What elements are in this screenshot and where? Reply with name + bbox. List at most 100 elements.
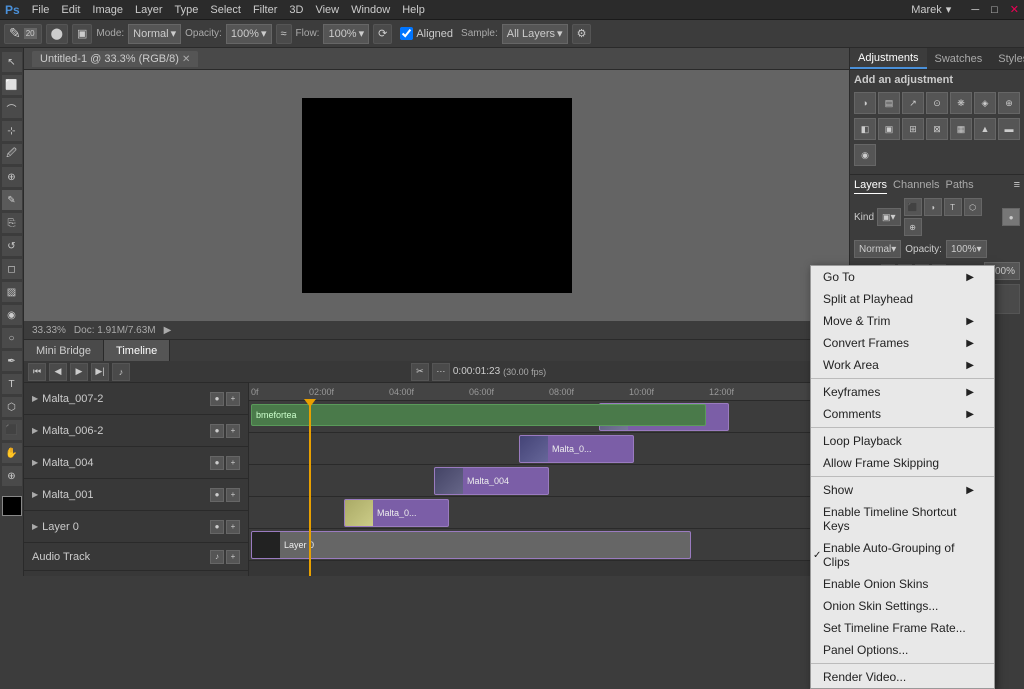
- healing-tool[interactable]: ⊕: [2, 167, 22, 187]
- maximize-button[interactable]: □: [991, 4, 998, 16]
- menu-help[interactable]: Help: [402, 4, 425, 16]
- opacity-input[interactable]: 100% ▾: [226, 24, 272, 44]
- shape-tool[interactable]: ⬛: [2, 420, 22, 440]
- flow-input[interactable]: 100% ▾: [323, 24, 369, 44]
- sample-dropdown[interactable]: All Layers ▾: [502, 24, 568, 44]
- aligned-check[interactable]: Aligned: [396, 24, 457, 44]
- blending-mode-dropdown[interactable]: Normal ▾: [854, 240, 901, 258]
- menu-show[interactable]: Show ▶: [811, 479, 994, 501]
- gradient-map-adj[interactable]: ▬: [998, 118, 1020, 140]
- goto-start-btn[interactable]: ⏮: [28, 363, 46, 381]
- rect-select-tool[interactable]: ⬜: [2, 75, 22, 95]
- track-eye-btn[interactable]: ●: [210, 392, 224, 406]
- colorbal-adj[interactable]: ⊕: [998, 92, 1020, 114]
- kind-dropdown[interactable]: ▣ ▾: [877, 208, 901, 226]
- prev-frame-btn[interactable]: ◀: [49, 363, 67, 381]
- track-expand-arrow[interactable]: ▶: [32, 426, 38, 435]
- track-expand-arrow[interactable]: ▶: [32, 522, 38, 531]
- layer-filter-type[interactable]: T: [944, 198, 962, 216]
- sample-options[interactable]: ⚙: [572, 24, 592, 44]
- menu-file[interactable]: File: [32, 4, 50, 16]
- menu-onion-skin-settings[interactable]: Onion Skin Settings...: [811, 595, 994, 617]
- photo-adj[interactable]: ▣: [878, 118, 900, 140]
- layer-filter-pixel[interactable]: ⬛: [904, 198, 922, 216]
- clip-malta004[interactable]: Malta_004: [434, 467, 549, 495]
- mode-dropdown[interactable]: Normal ▾: [128, 24, 181, 44]
- airbrush-btn[interactable]: ≈: [276, 24, 292, 44]
- tab-swatches[interactable]: Swatches: [927, 48, 991, 69]
- menu-enable-auto-grouping[interactable]: ✓ Enable Auto-Grouping of Clips: [811, 537, 994, 573]
- track-add-btn[interactable]: +: [226, 424, 240, 438]
- levels-adj[interactable]: ▤: [878, 92, 900, 114]
- doc-tab[interactable]: Untitled-1 @ 33.3% (RGB/8) ✕: [32, 51, 198, 67]
- track-add-btn[interactable]: +: [226, 456, 240, 470]
- dodge-tool[interactable]: ○: [2, 328, 22, 348]
- exposure-adj[interactable]: ⊙: [926, 92, 948, 114]
- tab-mini-bridge[interactable]: Mini Bridge: [24, 340, 104, 361]
- lasso-tool[interactable]: ⌒: [2, 98, 22, 118]
- menu-render-video[interactable]: Render Video...: [811, 666, 994, 688]
- brightness-adj[interactable]: ◑: [854, 92, 876, 114]
- move-tool[interactable]: ↖: [2, 52, 22, 72]
- menu-filter[interactable]: Filter: [253, 4, 277, 16]
- menu-type[interactable]: Type: [175, 4, 199, 16]
- track-eye-btn[interactable]: ●: [210, 424, 224, 438]
- layer-filter-smart[interactable]: ⊕: [904, 218, 922, 236]
- chevron-down-icon[interactable]: ▾: [946, 3, 952, 16]
- aligned-checkbox[interactable]: [400, 27, 413, 40]
- menu-window[interactable]: Window: [351, 4, 390, 16]
- layer-filter-shape[interactable]: ⬡: [964, 198, 982, 216]
- play-btn[interactable]: ▶: [70, 363, 88, 381]
- menu-keyframes[interactable]: Keyframes ▶: [811, 381, 994, 403]
- invert-adj[interactable]: ⊠: [926, 118, 948, 140]
- canvas-arrow[interactable]: ▶: [164, 325, 172, 336]
- menu-enable-shortcut-keys[interactable]: Enable Timeline Shortcut Keys: [811, 501, 994, 537]
- next-frame-btn[interactable]: ▶|: [91, 363, 109, 381]
- track-add-btn[interactable]: +: [226, 520, 240, 534]
- menu-comments[interactable]: Comments ▶: [811, 403, 994, 425]
- crop-tool[interactable]: ⊹: [2, 121, 22, 141]
- doc-close-button[interactable]: ✕: [182, 54, 190, 65]
- pen-tool[interactable]: ✒: [2, 351, 22, 371]
- menu-view[interactable]: View: [315, 4, 339, 16]
- track-eye-btn[interactable]: ●: [210, 488, 224, 502]
- menu-enable-onion-skins[interactable]: Enable Onion Skins: [811, 573, 994, 595]
- track-expand-arrow[interactable]: ▶: [32, 394, 38, 403]
- menu-goto[interactable]: Go To ▶: [811, 266, 994, 288]
- clip-malta006-2[interactable]: Malta_0...: [519, 435, 634, 463]
- clip-layer0[interactable]: Layer 0: [251, 531, 691, 559]
- tab-adjustments[interactable]: Adjustments: [850, 48, 927, 69]
- layer-filter-adjust[interactable]: ◑: [924, 198, 942, 216]
- track-add-btn[interactable]: +: [226, 392, 240, 406]
- menu-image[interactable]: Image: [92, 4, 123, 16]
- audio-add-btn[interactable]: +: [226, 550, 240, 564]
- eraser-tool[interactable]: ◻: [2, 259, 22, 279]
- brush-size[interactable]: ⬤: [46, 24, 68, 44]
- tab-channels[interactable]: Channels: [893, 179, 939, 194]
- menu-select[interactable]: Select: [210, 4, 241, 16]
- track-eye-btn[interactable]: ●: [210, 456, 224, 470]
- tab-layers[interactable]: Layers: [854, 179, 887, 194]
- poster-adj[interactable]: ▦: [950, 118, 972, 140]
- menu-convert-frames[interactable]: Convert Frames ▶: [811, 332, 994, 354]
- gradient-tool[interactable]: ▨: [2, 282, 22, 302]
- zoom-tool[interactable]: ⊕: [2, 466, 22, 486]
- menu-panel-options[interactable]: Panel Options...: [811, 639, 994, 661]
- brush-options[interactable]: ▣: [72, 24, 92, 44]
- audio-mute-btn[interactable]: ♪: [210, 550, 224, 564]
- clip-malta001[interactable]: Malta_0...: [344, 499, 449, 527]
- type-tool[interactable]: T: [2, 374, 22, 394]
- vibrance-adj[interactable]: ❋: [950, 92, 972, 114]
- track-add-btn[interactable]: +: [226, 488, 240, 502]
- flow-options[interactable]: ⟳: [373, 24, 392, 44]
- foreground-color[interactable]: [2, 496, 22, 516]
- opacity-dropdown[interactable]: 100% ▾: [946, 240, 987, 258]
- menu-loop-playback[interactable]: Loop Playback: [811, 430, 994, 452]
- threshold-adj[interactable]: ▲: [974, 118, 996, 140]
- menu-3d[interactable]: 3D: [289, 4, 303, 16]
- layer-filter-toggle[interactable]: ●: [1002, 208, 1020, 226]
- close-button[interactable]: ✕: [1010, 3, 1019, 16]
- clone-tool[interactable]: ⎘: [2, 213, 22, 233]
- menu-allow-frame-skip[interactable]: Allow Frame Skipping: [811, 452, 994, 474]
- clip-btn[interactable]: ✂: [411, 363, 429, 381]
